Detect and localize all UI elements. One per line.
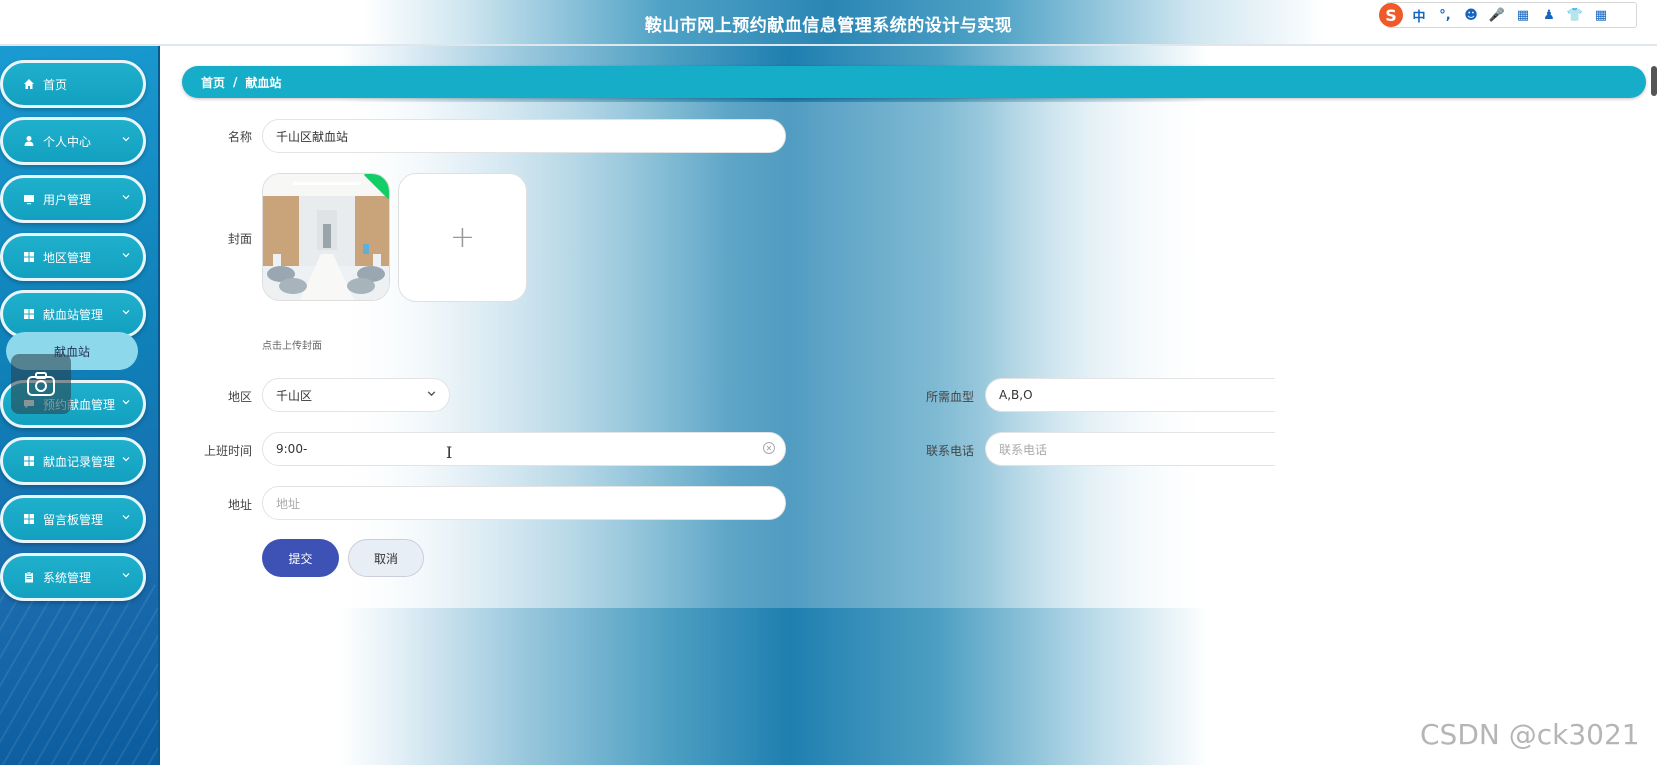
chevron-down-icon bbox=[121, 250, 131, 263]
blood-type-input[interactable]: A,B,O bbox=[985, 378, 1275, 412]
breadcrumb: 首页 / 献血站 bbox=[182, 66, 1646, 98]
address-placeholder: 地址 bbox=[276, 496, 301, 511]
sidebar-item-label: 系统管理 bbox=[43, 570, 92, 585]
chevron-down-icon bbox=[121, 570, 131, 583]
sidebar-item-label: 首页 bbox=[43, 77, 68, 92]
camera-icon[interactable] bbox=[11, 354, 71, 414]
clear-icon[interactable]: ✕ bbox=[763, 442, 775, 454]
work-time-label: 上班时间 bbox=[203, 444, 252, 458]
grid-icon bbox=[23, 455, 35, 467]
sidebar-item-label: 献血站管理 bbox=[43, 307, 104, 322]
sidebar-item-system[interactable]: 系统管理 bbox=[0, 553, 146, 601]
sidebar-item-label: 留言板管理 bbox=[43, 512, 104, 527]
keyboard-icon[interactable]: ▦ bbox=[1513, 8, 1533, 23]
ime-chinese-mode[interactable]: 中 bbox=[1409, 6, 1429, 25]
upload-hint: 点击上传封面 bbox=[262, 341, 322, 352]
sidebar-item-station[interactable]: 献血站管理 bbox=[0, 290, 146, 338]
cover-image[interactable] bbox=[262, 173, 390, 301]
grid-icon bbox=[23, 308, 35, 320]
sidebar-item-records[interactable]: 献血记录管理 bbox=[0, 437, 146, 485]
chevron-down-icon bbox=[121, 454, 131, 467]
mic-icon[interactable]: 🎤 bbox=[1487, 8, 1507, 23]
watermark: CSDN @ck3021 bbox=[1420, 718, 1640, 751]
region-label: 地区 bbox=[227, 390, 252, 404]
upload-add-button[interactable]: + bbox=[398, 173, 527, 302]
home-icon bbox=[23, 78, 35, 90]
chevron-up-icon bbox=[121, 307, 131, 320]
sidebar-item-label: 个人中心 bbox=[43, 134, 92, 149]
ime-punctuation[interactable]: °, bbox=[1435, 8, 1455, 23]
shirt-icon[interactable]: 👕 bbox=[1565, 8, 1585, 23]
user-icon[interactable]: ♟ bbox=[1539, 8, 1559, 23]
cancel-button[interactable]: 取消 bbox=[348, 539, 424, 577]
text-cursor-icon: I bbox=[446, 443, 453, 462]
sidebar-item-home[interactable]: 首页 bbox=[0, 60, 146, 108]
address-label: 地址 bbox=[227, 498, 252, 512]
work-time-input[interactable]: 9:00- ✕ bbox=[262, 432, 786, 466]
submit-button[interactable]: 提交 bbox=[262, 539, 339, 577]
breadcrumb-home[interactable]: 首页 bbox=[201, 74, 225, 91]
blood-type-value: A,B,O bbox=[999, 388, 1033, 402]
region-select[interactable]: 千山区 bbox=[262, 378, 450, 412]
emoji-icon[interactable]: ☻ bbox=[1461, 8, 1481, 23]
grid-icon bbox=[23, 251, 35, 263]
ime-toolbar: S 中 °, ☻ 🎤 ▦ ♟ 👕 ▦ bbox=[1379, 2, 1637, 28]
sidebar-item-personal[interactable]: 个人中心 bbox=[0, 117, 146, 165]
chevron-down-icon bbox=[121, 134, 131, 147]
name-input[interactable]: 千山区献血站 bbox=[262, 119, 786, 153]
scrollbar-thumb[interactable] bbox=[1651, 66, 1657, 96]
blood-type-label: 所需血型 bbox=[925, 390, 974, 404]
sidebar-item-region[interactable]: 地区管理 bbox=[0, 233, 146, 281]
breadcrumb-current: 献血站 bbox=[245, 75, 282, 90]
sidebar-item-label: 地区管理 bbox=[43, 250, 92, 265]
chevron-down-icon bbox=[426, 388, 437, 402]
phone-input[interactable]: 联系电话 bbox=[985, 432, 1275, 466]
apps-grid-icon[interactable]: ▦ bbox=[1591, 8, 1611, 23]
chevron-down-icon bbox=[121, 192, 131, 205]
region-value: 千山区 bbox=[276, 388, 313, 403]
chevron-down-icon bbox=[121, 397, 131, 410]
cover-label: 封面 bbox=[227, 232, 252, 246]
sidebar-item-label: 献血记录管理 bbox=[43, 454, 116, 469]
breadcrumb-separator: / bbox=[233, 75, 238, 89]
clipboard-icon bbox=[23, 571, 35, 583]
ime-logo-icon[interactable]: S bbox=[1379, 3, 1403, 27]
sidebar-item-messages[interactable]: 留言板管理 bbox=[0, 495, 146, 543]
sidebar-item-label: 用户管理 bbox=[43, 192, 92, 207]
phone-placeholder: 联系电话 bbox=[999, 442, 1048, 457]
monitor-icon bbox=[23, 193, 35, 205]
phone-label: 联系电话 bbox=[925, 444, 974, 458]
person-icon bbox=[23, 135, 35, 147]
work-time-value: 9:00- bbox=[276, 442, 308, 456]
address-input[interactable]: 地址 bbox=[262, 486, 786, 520]
grid-icon bbox=[23, 513, 35, 525]
name-label: 名称 bbox=[227, 130, 252, 144]
name-value: 千山区献血站 bbox=[276, 129, 349, 144]
sidebar-item-users[interactable]: 用户管理 bbox=[0, 175, 146, 223]
chevron-down-icon bbox=[121, 512, 131, 525]
